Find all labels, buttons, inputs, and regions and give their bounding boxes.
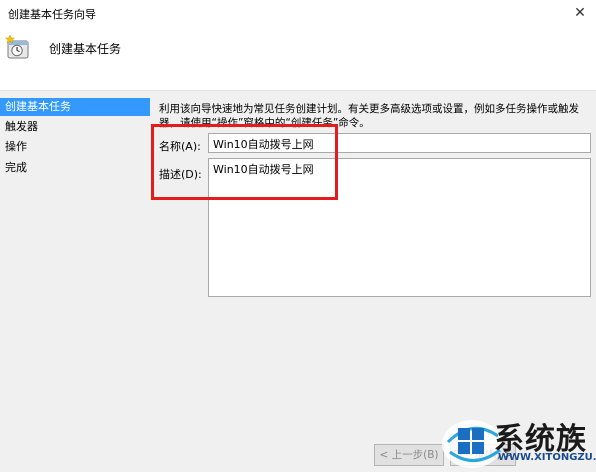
close-button[interactable]: ✕ [568, 2, 592, 24]
back-button[interactable]: < 上一步(B) [374, 444, 444, 466]
task-wizard-icon [4, 34, 30, 60]
sidebar-item-create-basic-task[interactable]: 创建基本任务 [0, 98, 150, 116]
sidebar-item-trigger[interactable]: 触发器 [0, 118, 150, 136]
page-title: 创建基本任务 [49, 42, 122, 56]
annotation-highlight-box [151, 124, 338, 200]
window-title: 创建基本任务向导 [8, 8, 96, 21]
close-icon: ✕ [574, 5, 586, 21]
description-line-1: 利用该向导快速地为常见任务创建计划。有关更多高级选项或设置，例如多任务操作或触发 [159, 103, 579, 115]
watermark-url: WWW.XITONGZU.COM [498, 452, 596, 463]
wizard-header [0, 28, 596, 90]
sidebar-item-action[interactable]: 操作 [0, 138, 150, 156]
sidebar-item-finish[interactable]: 完成 [0, 159, 150, 177]
